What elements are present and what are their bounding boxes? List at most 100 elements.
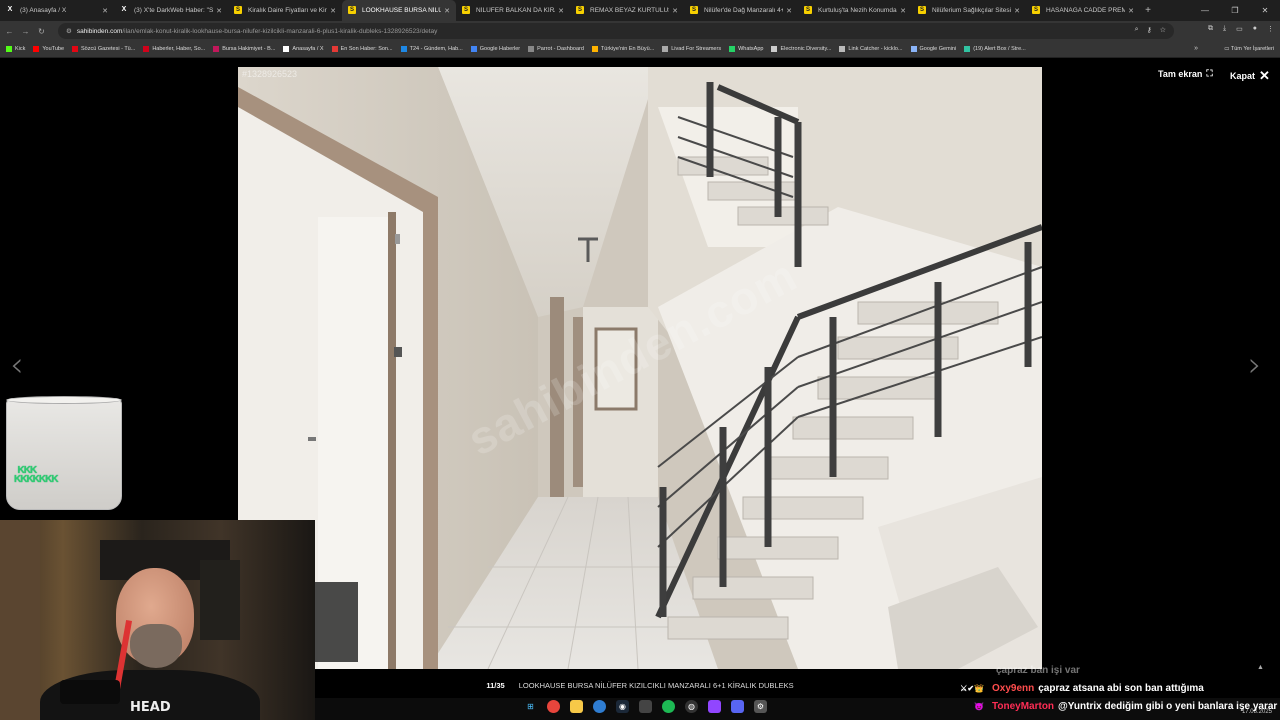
bookmark-label: Anasayfa / X [292,46,324,52]
bookmark-item[interactable]: Livad For Streamers [662,46,721,52]
all-bookmarks-folder[interactable]: ▭ Tüm Yer İşaretleri [1224,46,1274,52]
file-explorer-icon[interactable] [570,700,583,713]
bookmark-favicon-icon [591,46,598,52]
new-tab-icon[interactable]: + [1140,5,1156,16]
chat-badges-icon: 😈 [974,702,984,711]
address-bar-row: ← → ↻ ⚙ sahibinden.com/ilan/emlak-konut-… [0,21,1280,41]
bookmark-item[interactable]: YouTube [33,46,64,52]
maximize-icon[interactable]: ❐ [1220,0,1250,21]
spotify-icon[interactable] [662,700,675,713]
tip-jar-rim [6,396,122,404]
fullscreen-button[interactable]: Tam ekran ⛶ [1158,68,1213,79]
browser-tab[interactable]: S Nilüferium Sağlıkçılar Sitesi'nd...✕ [912,0,1026,21]
bookmark-item[interactable]: Bursa Hakimiyet - B... [213,46,275,52]
close-window-icon[interactable]: ✕ [1250,0,1280,21]
bookmark-favicon-icon [72,46,79,52]
bookmark-label: En Son Haber: Son... [340,46,393,52]
bookmark-star-icon[interactable]: ☆ [1160,26,1166,34]
extensions-icon[interactable]: ⧉ [1208,25,1213,33]
url-input[interactable]: ⚙ sahibinden.com/ilan/emlak-konut-kirali… [58,23,1174,39]
bookmark-label: T24 - Gündem, Hab... [409,46,463,52]
previous-photo-arrow[interactable]: ‹ [10,345,24,385]
streamer-beard [130,624,182,668]
windows-start-icon[interactable]: ⊞ [524,700,537,713]
obs-icon[interactable]: ◍ [685,700,698,713]
tab-close-icon[interactable]: ✕ [1128,7,1134,15]
chrome-icon[interactable] [547,700,560,713]
next-photo-arrow[interactable]: › [1248,345,1262,385]
bookmark-item[interactable]: (19) Alert Box / Stre... [964,46,1026,52]
bookmark-item[interactable]: Link Catcher - kicklo... [839,46,903,52]
tab-close-icon[interactable]: ✕ [444,7,450,15]
close-button[interactable]: Kapat ✕ [1230,68,1270,84]
photo-caption: 11/35 LOOKHAUSE BURSA NİLÜFER KIZILCIKLI… [238,670,1042,700]
settings-icon[interactable]: ⚙ [754,700,767,713]
password-key-icon[interactable]: ⚷ [1147,26,1152,34]
bookmark-item[interactable]: Sözcü Gazetesi - Tü... [72,46,135,52]
chat-username: Oxy9enn [992,683,1035,694]
browser-tab[interactable]: X (3) X'te DarkWeb Haber: "Sakarya...✕ [114,0,228,21]
tab-label: Kiralık Daire Fiyatları ve Kiralık... [248,7,327,14]
browser-tab[interactable]: S Nilüfer'de Dağ Manzaralı 4+1...✕ [684,0,798,21]
tab-close-icon[interactable]: ✕ [558,7,564,15]
forward-icon[interactable]: → [19,27,32,36]
edge-icon[interactable] [593,700,606,713]
sidebar-icon[interactable]: ▭ [1236,25,1243,33]
bookmark-item[interactable]: Google Haberler [470,46,520,52]
tab-close-icon[interactable]: ✕ [786,7,792,15]
zoom-icon[interactable]: ⌕ [1135,26,1139,34]
bookmark-favicon-icon [143,46,150,52]
bookmark-item[interactable]: T24 - Gündem, Hab... [400,46,463,52]
minimize-icon[interactable]: — [1190,0,1220,21]
chat-text: çapraz ban işi var [996,665,1080,676]
x-icon: X [121,6,127,13]
bookmark-item[interactable]: Google Gemini [910,46,956,52]
tab-close-icon[interactable]: ✕ [330,7,336,15]
tab-label: LOOKHAUSE BURSA NİLÜFER... [362,7,442,14]
tip-jar-widget [6,398,122,510]
bookmark-item[interactable]: Türkiye'nin En Büyü... [591,46,654,52]
browser-tab[interactable]: S NİLÜFER BALKAN DA KİRALIK...✕ [456,0,570,21]
browser-tab[interactable]: S REMAX BEYAZ KURTULUŞ'TA...✕ [570,0,684,21]
tab-close-icon[interactable]: ✕ [900,7,906,15]
bookmark-item[interactable]: Parrot - Dashboard [528,46,584,52]
back-icon[interactable]: ← [3,27,16,36]
bookmark-item[interactable]: Electronic Diversity... [771,46,831,52]
twitch-icon[interactable] [708,700,721,713]
bookmarks-overflow-icon[interactable]: » [1194,45,1198,52]
close-icon: ✕ [1259,68,1270,83]
tab-close-icon[interactable]: ✕ [1014,7,1020,15]
bookmark-item[interactable]: Kick [6,46,25,52]
bookmark-favicon-icon [331,46,338,52]
bookmark-favicon-icon [729,46,736,52]
app-icon[interactable] [639,700,652,713]
chat-text: @Yuntrix dediğim gibi o yeni banlara işe… [1058,701,1278,712]
tab-label: REMAX BEYAZ KURTULUŞ'TA... [590,7,669,14]
menu-icon[interactable]: ⋮ [1267,25,1274,33]
bookmark-item[interactable]: WhatsApp [729,46,763,52]
bookmark-item[interactable]: Haberler, Haber, So... [143,46,205,52]
bookmark-item[interactable]: En Son Haber: Son... [331,46,393,52]
chat-username: ToneyMarton [992,701,1055,712]
bookmark-item[interactable]: Anasayfa / X [283,46,324,52]
steam-icon[interactable]: ◉ [616,700,629,713]
browser-tab[interactable]: X (3) Anasayfa / X ✕ [0,0,114,21]
browser-tab[interactable]: S LOOKHAUSE BURSA NİLÜFER...✕ [342,0,456,21]
fullscreen-icon: ⛶ [1206,68,1213,78]
tab-label: NİLÜFER BALKAN DA KİRALIK... [476,7,555,14]
reload-icon[interactable]: ↻ [35,27,48,36]
bookmark-favicon-icon [283,46,290,52]
browser-tab[interactable]: S HASANAGA CADDE PREMIUM...✕ [1026,0,1140,21]
tab-close-icon[interactable]: ✕ [102,7,108,15]
bookmark-label: (19) Alert Box / Stre... [973,46,1026,52]
tab-close-icon[interactable]: ✕ [216,7,222,15]
discord-icon[interactable] [731,700,744,713]
browser-tab[interactable]: S Kurtuluş'ta Nezih Konumda... ✕ [798,0,912,21]
download-icon[interactable]: ⤓ [1223,25,1226,33]
microphone [60,680,120,704]
site-info-icon[interactable]: ⚙ [66,27,72,35]
tab-close-icon[interactable]: ✕ [672,7,678,15]
bookmark-favicon-icon [213,46,220,52]
browser-tab[interactable]: S Kiralık Daire Fiyatları ve Kiralık...✕ [228,0,342,21]
profile-icon[interactable]: ● [1253,25,1257,33]
